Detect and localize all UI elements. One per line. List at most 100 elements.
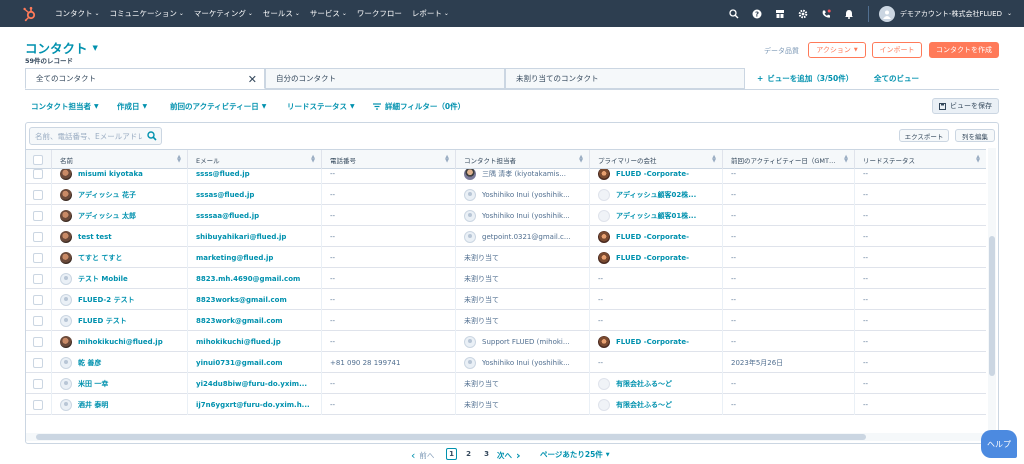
search-icon[interactable] (147, 131, 157, 143)
row-checkbox[interactable] (33, 210, 43, 221)
calling-icon[interactable] (819, 7, 833, 21)
help-button[interactable]: ヘルプ (981, 430, 1017, 458)
contact-email[interactable]: marketing@flued.jp (188, 247, 322, 268)
contact-name[interactable]: 米田 一幸 (52, 373, 188, 394)
advanced-filters-button[interactable]: 詳細フィルター（0件） (373, 101, 465, 112)
search-icon[interactable] (727, 7, 741, 21)
select-all-checkbox[interactable] (33, 154, 43, 165)
page-2-button[interactable]: 2 (463, 448, 474, 460)
chevron-down-icon[interactable]: ⌄ (1005, 10, 1012, 17)
close-icon[interactable]: ✕ (248, 73, 257, 86)
nav-sales[interactable]: セールス ⌄ (263, 8, 300, 19)
page-3-button[interactable]: 3 (481, 448, 492, 460)
account-name[interactable]: デモアカウント-株式会社FLUED (900, 9, 1002, 19)
nav-service[interactable]: サービス ⌄ (310, 8, 347, 19)
import-button[interactable]: インポート (872, 42, 922, 58)
contact-name[interactable]: FLUED-2 テスト (52, 289, 188, 310)
column-header-lead-status[interactable]: リードステータス ▲ ▼ (855, 150, 986, 169)
contact-name[interactable]: test test (52, 226, 188, 247)
contact-email[interactable]: 8823works@gmail.com (188, 289, 322, 310)
nav-marketing[interactable]: マーケティング ⌄ (194, 8, 253, 19)
horizontal-scrollbar[interactable] (26, 433, 987, 441)
column-header-name[interactable]: 名前 ▲ ▼ (52, 150, 188, 169)
contact-email[interactable]: 8823.mh.4690@gmail.com (188, 268, 322, 289)
next-page-button[interactable]: 次へ › (497, 449, 521, 462)
contact-name[interactable]: misumi kiyotaka (52, 169, 188, 184)
marketplace-icon[interactable] (773, 7, 787, 21)
row-checkbox[interactable] (33, 252, 43, 263)
filter-lead-status[interactable]: リードステータス ▼ (287, 101, 355, 112)
filter-contact-owner[interactable]: コンタクト担当者 ▼ (31, 101, 99, 112)
account-avatar[interactable] (878, 5, 895, 22)
contact-email[interactable]: yinui0731@gmail.com (188, 352, 322, 373)
row-checkbox[interactable] (33, 273, 43, 284)
primary-company[interactable]: FLUED -Corporate- (590, 247, 723, 268)
primary-company[interactable]: FLUED -Corporate- (590, 226, 723, 247)
contact-email[interactable]: ssss@flued.jp (188, 169, 322, 184)
column-header-last-activity[interactable]: 前回のアクティビティー日（GMT… ▲ ▼ (723, 150, 855, 169)
sort-icon[interactable]: ▲ ▼ (976, 155, 980, 164)
contact-email[interactable]: shibuyahikari@flued.jp (188, 226, 322, 247)
hubspot-logo-icon[interactable] (21, 5, 39, 23)
filter-last-activity-date[interactable]: 前回のアクティビティー日 ▼ (170, 101, 266, 112)
contact-name[interactable]: 酒井 泰明 (52, 394, 188, 415)
nav-reports[interactable]: レポート ⌄ (412, 8, 449, 19)
per-page-select[interactable]: ページあたり25件 ▼ (540, 449, 610, 460)
nav-communications[interactable]: コミュニケーション ⌄ (110, 8, 184, 19)
primary-company[interactable]: 有限会社ふる～ど (590, 373, 723, 394)
data-quality-link[interactable]: データ品質 (764, 46, 799, 56)
contact-name[interactable]: てすと てすと (52, 247, 188, 268)
row-checkbox[interactable] (33, 336, 43, 347)
row-checkbox[interactable] (33, 399, 43, 410)
bell-icon[interactable] (842, 7, 856, 21)
column-header-phone[interactable]: 電話番号 ▲ ▼ (322, 150, 456, 169)
contact-email[interactable]: ssssaa@flued.jp (188, 205, 322, 226)
contact-name[interactable]: アディッシュ 太郎 (52, 205, 188, 226)
row-checkbox[interactable] (33, 169, 43, 179)
all-views-link[interactable]: 全てのビュー (874, 73, 919, 84)
contact-email[interactable]: 8823work@gmail.com (188, 310, 322, 331)
contact-name[interactable]: FLUED テスト (52, 310, 188, 331)
sort-icon[interactable]: ▲ ▼ (579, 155, 583, 164)
scrollbar-thumb[interactable] (36, 434, 866, 440)
export-button[interactable]: エクスポート (899, 129, 949, 142)
contact-email[interactable]: ij7n6ygxrt@furu-do.yxim.h... (188, 394, 322, 415)
row-checkbox[interactable] (33, 315, 43, 326)
contact-email[interactable]: sssas@flued.jp (188, 184, 322, 205)
filter-create-date[interactable]: 作成日 ▼ (117, 101, 147, 112)
column-header-email[interactable]: Eメール ▲ ▼ (188, 150, 322, 169)
gear-icon[interactable] (796, 7, 810, 21)
add-view-button[interactable]: + ビューを追加（3/50件） (757, 73, 853, 84)
page-1-button[interactable]: 1 (446, 448, 457, 460)
tab-my-contacts[interactable]: 自分のコンタクト (265, 68, 505, 89)
contact-email[interactable]: mihokikuchi@flued.jp (188, 331, 322, 352)
contact-email[interactable]: yi24du8biw@furu-do.yxim... (188, 373, 322, 394)
sort-icon[interactable]: ▲ ▼ (311, 155, 315, 164)
primary-company[interactable]: FLUED -Corporate- (590, 169, 723, 184)
primary-company[interactable]: FLUED -Corporate- (590, 331, 723, 352)
contact-name[interactable]: 乾 善彦 (52, 352, 188, 373)
contact-name[interactable]: テスト Mobile (52, 268, 188, 289)
primary-company[interactable]: 有限会社ふる～ど (590, 394, 723, 415)
column-header-company[interactable]: プライマリーの会社 ▲ ▼ (590, 150, 723, 169)
sort-icon[interactable]: ▲ ▼ (712, 155, 716, 164)
primary-company[interactable]: アディッシュ顧客01株... (590, 205, 723, 226)
nav-contacts[interactable]: コンタクト ⌄ (55, 8, 100, 19)
contact-name[interactable]: アディッシュ 花子 (52, 184, 188, 205)
row-checkbox[interactable] (33, 294, 43, 305)
row-checkbox[interactable] (33, 231, 43, 242)
vertical-scrollbar[interactable] (988, 148, 996, 444)
search-field[interactable] (29, 127, 162, 145)
row-checkbox[interactable] (33, 378, 43, 389)
tab-unassigned-contacts[interactable]: 未割り当てのコンタクト (505, 68, 745, 89)
search-input[interactable] (30, 128, 142, 144)
row-checkbox[interactable] (33, 189, 43, 200)
prev-page-button[interactable]: ‹ 前へ (411, 449, 434, 462)
actions-button[interactable]: アクション ▼ (808, 42, 866, 58)
sort-icon[interactable]: ▲ ▼ (844, 155, 848, 164)
contact-name[interactable]: mihokikuchi@flued.jp (52, 331, 188, 352)
primary-company[interactable]: アディッシュ顧客02株... (590, 184, 723, 205)
scrollbar-thumb[interactable] (989, 236, 995, 376)
row-checkbox[interactable] (33, 357, 43, 368)
nav-workflow[interactable]: ワークフロー (357, 8, 402, 19)
